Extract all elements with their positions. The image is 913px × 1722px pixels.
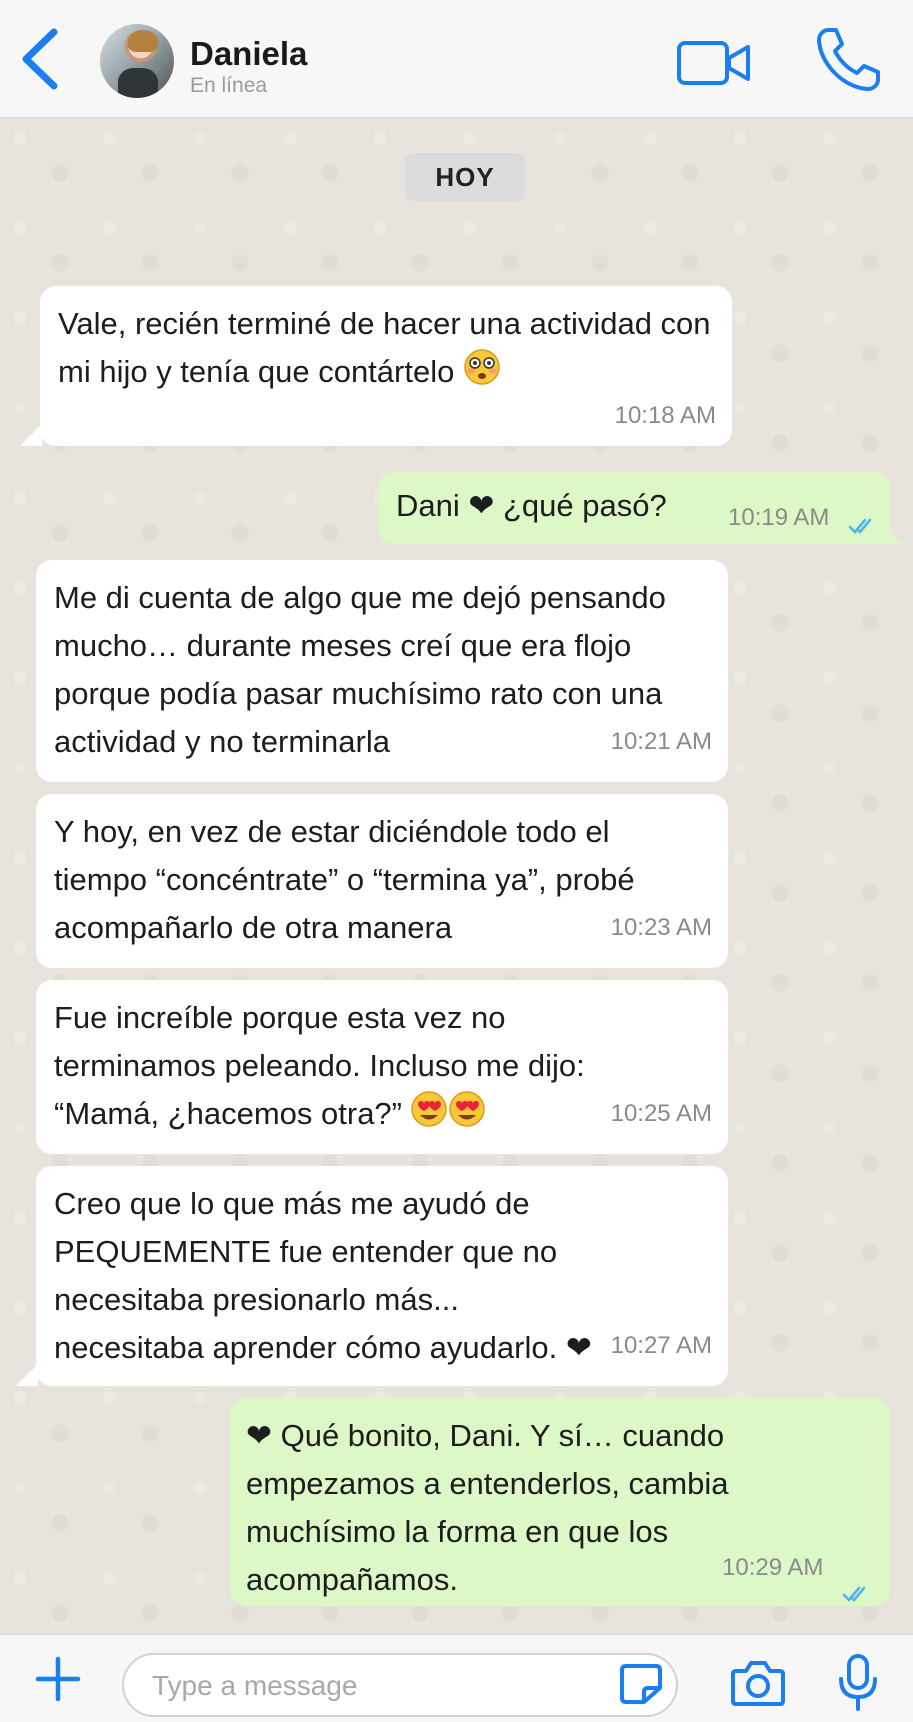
sticker-icon[interactable] — [618, 1662, 664, 1706]
message-input-box[interactable] — [122, 1653, 678, 1717]
heart-eyes-face-icon — [410, 1090, 485, 1142]
date-separator: HOY — [405, 153, 525, 201]
message-time: 10:29 AM — [722, 1554, 824, 1581]
message-time: 10:19 AM — [728, 504, 830, 531]
message-text: Fue increíble porque esta vez no termina… — [54, 994, 598, 1142]
double-check-icon — [848, 502, 880, 534]
message-time: 10:27 AM — [610, 1332, 712, 1359]
message-bubble-incoming[interactable]: Y hoy, en vez de estar diciéndole todo e… — [36, 794, 728, 968]
contact-status: En línea — [190, 74, 268, 97]
chat-header: Daniela En línea — [0, 0, 913, 118]
message-time: 10:21 AM — [610, 728, 712, 755]
message-bubble-incoming[interactable]: Fue increíble porque esta vez no termina… — [36, 980, 728, 1154]
message-bubble-incoming[interactable]: Vale, recién terminé de hacer una activi… — [40, 286, 732, 446]
bubble-tail — [20, 424, 42, 446]
double-check-icon — [842, 1570, 874, 1602]
message-time: 10:23 AM — [610, 914, 712, 941]
message-text: Dani ❤ ¿qué pasó? — [396, 488, 667, 523]
message-time: 10:25 AM — [610, 1100, 712, 1127]
composer-bar — [0, 1634, 913, 1722]
avatar[interactable] — [100, 24, 174, 98]
plus-icon[interactable] — [34, 1655, 82, 1703]
message-bubble-incoming[interactable]: Me di cuenta de algo que me dejó pensand… — [36, 560, 728, 782]
bubble-tail — [16, 1364, 38, 1386]
message-text: ❤ Qué bonito, Dani. Y sí… cuando empezam… — [246, 1418, 729, 1597]
message-time: 10:18 AM — [614, 402, 716, 429]
back-chevron-icon[interactable] — [18, 26, 64, 92]
message-list[interactable]: HOY Vale, recién terminé de hacer una ac… — [0, 118, 913, 1634]
flushed-face-icon — [463, 348, 501, 400]
message-input[interactable] — [150, 1663, 594, 1709]
message-bubble-outgoing[interactable]: Dani ❤ ¿qué pasó? 10:19 AM — [378, 472, 890, 544]
message-bubble-incoming[interactable]: Creo que lo que más me ayudó de PEQUEMEN… — [36, 1166, 728, 1386]
phone-icon[interactable] — [814, 24, 884, 94]
bubble-tail — [880, 522, 902, 544]
message-bubble-outgoing[interactable]: ❤ Qué bonito, Dani. Y sí… cuando empezam… — [230, 1398, 890, 1606]
message-text: Vale, recién terminé de hacer una activi… — [58, 300, 714, 400]
video-call-icon[interactable] — [676, 38, 752, 88]
contact-name[interactable]: Daniela — [190, 35, 307, 73]
microphone-icon[interactable] — [836, 1653, 880, 1713]
camera-icon[interactable] — [730, 1657, 786, 1709]
message-text: Creo que lo que más me ayudó de PEQUEMEN… — [54, 1186, 592, 1365]
